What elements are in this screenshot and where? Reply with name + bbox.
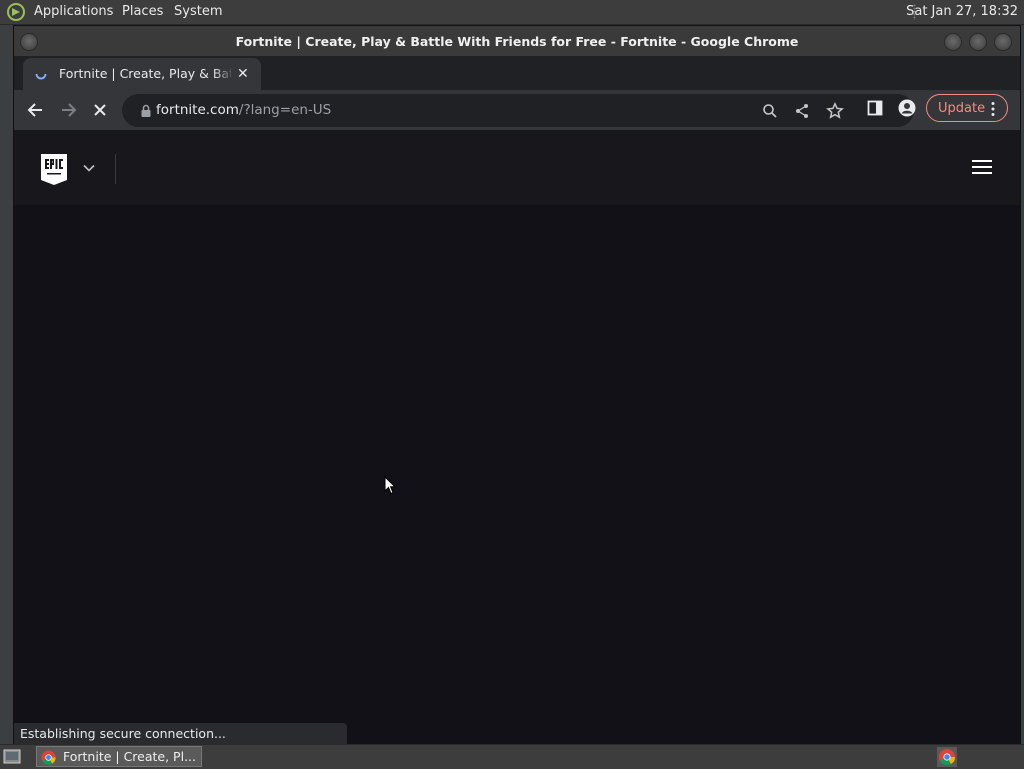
chrome-icon xyxy=(41,750,56,765)
more-menu-icon[interactable] xyxy=(990,101,996,117)
back-arrow-icon[interactable] xyxy=(26,100,46,120)
tab-fortnite[interactable]: Fortnite | Create, Play & Battle With Fr… xyxy=(23,58,261,90)
minimize-button[interactable] xyxy=(944,33,962,51)
epic-games-logo-icon[interactable] xyxy=(40,153,68,186)
menu-places[interactable]: Places xyxy=(122,4,163,19)
tab-strip: Fortnite | Create, Play & Battle With Fr… xyxy=(14,56,1020,109)
stop-loading-icon[interactable] xyxy=(90,100,110,120)
update-label: Update xyxy=(938,101,986,116)
tab-title-fade xyxy=(213,64,235,84)
url-path: /?lang=en-US xyxy=(238,102,332,118)
tab-close-icon[interactable]: ✕ xyxy=(237,66,249,82)
status-bubble: Establishing secure connection... xyxy=(14,723,347,745)
maximize-button[interactable] xyxy=(969,33,987,51)
toolbar: fortnite.com/?lang=en-US Update xyxy=(14,90,1020,130)
profile-avatar-icon[interactable] xyxy=(898,99,916,117)
url-text[interactable]: fortnite.com/?lang=en-US xyxy=(156,102,331,118)
menu-system[interactable]: System xyxy=(174,4,222,19)
side-panel-icon[interactable] xyxy=(867,100,883,116)
url-host: fortnite.com xyxy=(156,102,239,118)
header-divider xyxy=(115,154,116,184)
mouse-cursor-icon xyxy=(384,476,396,495)
update-button[interactable]: Update xyxy=(926,94,1008,122)
forward-arrow-icon[interactable] xyxy=(58,100,78,120)
chevron-down-icon[interactable] xyxy=(82,163,96,173)
window-title: Fortnite | Create, Play & Battle With Fr… xyxy=(235,34,799,49)
zoom-search-icon[interactable] xyxy=(762,103,778,119)
hamburger-menu-icon[interactable] xyxy=(972,158,992,176)
status-text: Establishing secure connection... xyxy=(20,726,226,741)
taskbar-item-chrome[interactable]: Fortnite | Create, Pl... xyxy=(36,746,202,767)
window-titlebar[interactable]: Fortnite | Create, Play & Battle With Fr… xyxy=(14,26,1020,56)
menu-applications[interactable]: Applications xyxy=(34,4,113,19)
taskbar: Fortnite | Create, Pl... xyxy=(0,744,1024,769)
chrome-tray-icon[interactable] xyxy=(937,747,957,767)
tab-title: Fortnite | Create, Play & Battle With Fr… xyxy=(59,66,231,81)
bookmark-star-icon[interactable] xyxy=(826,102,844,120)
show-desktop-icon[interactable] xyxy=(3,748,21,765)
top-panel: Applications Places System Sat Jan 27, 1… xyxy=(0,0,1024,25)
share-icon[interactable] xyxy=(794,103,810,119)
browser-window: Fortnite | Create, Play & Battle With Fr… xyxy=(13,25,1021,746)
clock[interactable]: Sat Jan 27, 18:32 xyxy=(906,4,1018,19)
lock-icon[interactable] xyxy=(140,104,152,118)
applications-logo-icon[interactable] xyxy=(6,3,26,21)
page-viewport[interactable]: Establishing secure connection... xyxy=(14,130,1020,745)
close-window-button[interactable] xyxy=(994,33,1012,51)
loading-spinner-icon xyxy=(35,68,47,80)
site-header xyxy=(14,130,1020,205)
taskbar-item-label: Fortnite | Create, Pl... xyxy=(63,749,196,764)
address-bar[interactable]: fortnite.com/?lang=en-US xyxy=(122,94,914,127)
